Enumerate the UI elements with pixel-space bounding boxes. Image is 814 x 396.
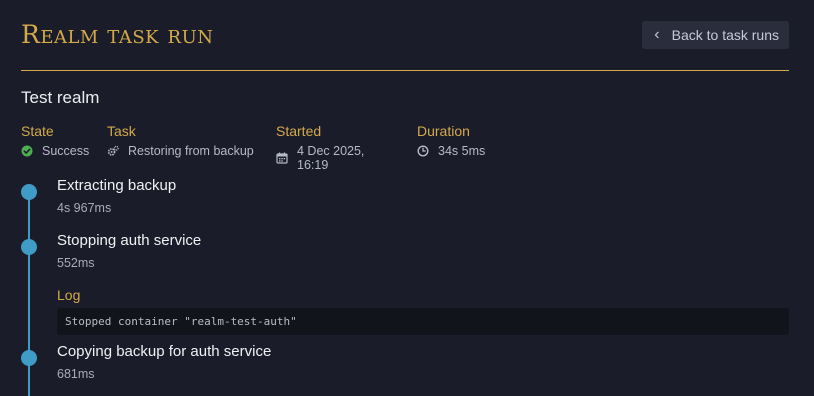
meta-duration-row: 34s 5ms [417, 144, 485, 158]
meta-state-label: State [21, 123, 54, 139]
meta-duration-value: 34s 5ms [438, 144, 486, 158]
meta-started: Started 4 Dec 2025, 16:19 [276, 123, 397, 172]
step-duration: 552ms [57, 256, 95, 270]
meta-state-row: Success [21, 144, 90, 158]
meta-state-value: Success [42, 144, 90, 158]
clock-icon [417, 145, 429, 157]
meta-started-label: Started [276, 123, 322, 139]
step-name: Extracting backup [57, 177, 177, 194]
step-name: Stopping auth service [57, 232, 202, 249]
timeline-dot [21, 184, 37, 200]
task-run-page: Realm task run ‹ Back to task runs Test … [0, 0, 814, 396]
step-log-label: Log [57, 287, 81, 303]
meta-started-value: 4 Dec 2025, 16:19 [297, 144, 365, 172]
calendar-icon [276, 152, 288, 164]
page-title: Realm task run [21, 20, 214, 49]
meta-duration-label: Duration [417, 123, 470, 139]
chevron-left-icon: ‹ [654, 26, 660, 43]
meta-task: Task Restoring from backup [107, 123, 256, 172]
meta-duration: Duration 34s 5ms [417, 123, 485, 172]
timeline-dot [21, 350, 37, 366]
meta-started-row: 4 Dec 2025, 16:19 [276, 144, 397, 172]
check-circle-icon [21, 145, 33, 157]
step-name: Copying backup for auth service [57, 343, 272, 360]
meta-state: State Success [21, 123, 90, 172]
step-log-output: Stopped container "realm-test-auth" [57, 308, 789, 335]
task-run-meta: State Success Task Restoring from backup… [21, 123, 505, 172]
meta-task-label: Task [107, 123, 136, 139]
meta-task-row: Restoring from backup [107, 144, 256, 158]
page-header: Realm task run ‹ Back to task runs [21, 16, 789, 71]
gears-icon [107, 145, 119, 157]
meta-task-value: Restoring from backup [128, 144, 254, 158]
step-duration: 4s 967ms [57, 201, 112, 215]
timeline-dot [21, 239, 37, 255]
realm-name: Test realm [21, 88, 100, 107]
back-to-task-runs-button[interactable]: ‹ Back to task runs [642, 21, 789, 49]
back-button-label: Back to task runs [671, 27, 779, 43]
step-duration: 681ms [57, 367, 95, 381]
